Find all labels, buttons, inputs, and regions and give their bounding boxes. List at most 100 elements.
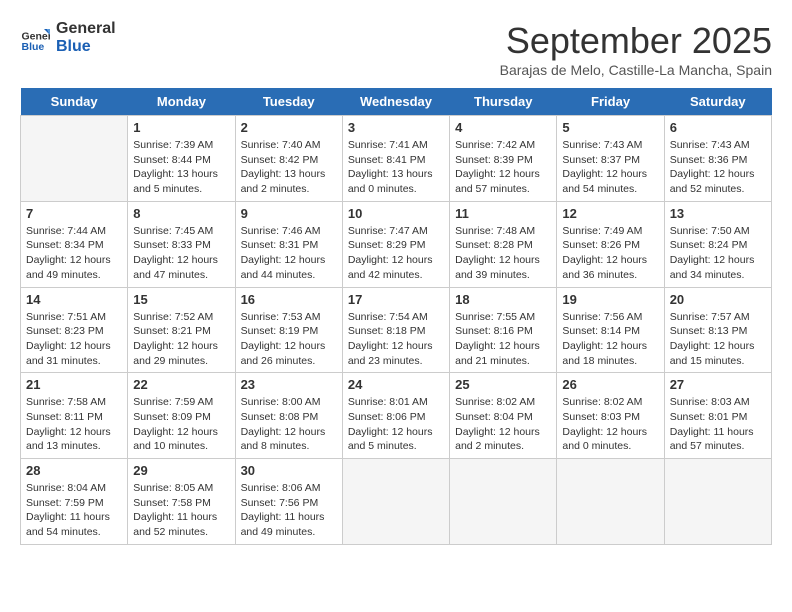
calendar-cell: 12 Sunrise: 7:49 AM Sunset: 8:26 PM Dayli…: [557, 201, 664, 287]
day-info: Sunrise: 8:03 AM Sunset: 8:01 PM Dayligh…: [670, 395, 766, 454]
day-number: 8: [133, 206, 229, 221]
calendar-cell: 27 Sunrise: 8:03 AM Sunset: 8:01 PM Dayli…: [664, 373, 771, 459]
calendar-cell: 3 Sunrise: 7:41 AM Sunset: 8:41 PM Daylig…: [342, 116, 449, 202]
calendar-cell: 2Sunrise: 7:40 AM Sunset: 8:42 PM Daylig…: [235, 116, 342, 202]
day-info: Sunrise: 7:50 AM Sunset: 8:24 PM Dayligh…: [670, 224, 766, 283]
week-row-2: 7 Sunrise: 7:44 AM Sunset: 8:34 PM Daylig…: [21, 201, 772, 287]
day-number: 29: [133, 463, 229, 478]
svg-text:Blue: Blue: [22, 41, 45, 53]
day-info: Sunrise: 7:44 AM Sunset: 8:34 PM Dayligh…: [26, 224, 122, 283]
day-number: 27: [670, 377, 766, 392]
week-row-1: 1Sunrise: 7:39 AM Sunset: 8:44 PM Daylig…: [21, 116, 772, 202]
day-info: Sunrise: 7:48 AM Sunset: 8:28 PM Dayligh…: [455, 224, 551, 283]
day-info: Sunrise: 8:02 AM Sunset: 8:03 PM Dayligh…: [562, 395, 658, 454]
week-row-4: 21 Sunrise: 7:58 AM Sunset: 8:11 PM Dayli…: [21, 373, 772, 459]
day-header-monday: Monday: [128, 88, 235, 116]
calendar-cell: 22 Sunrise: 7:59 AM Sunset: 8:09 PM Dayli…: [128, 373, 235, 459]
day-number: 10: [348, 206, 444, 221]
day-number: 25: [455, 377, 551, 392]
day-header-wednesday: Wednesday: [342, 88, 449, 116]
day-info: Sunrise: 7:57 AM Sunset: 8:13 PM Dayligh…: [670, 310, 766, 369]
calendar-cell: 6 Sunrise: 7:43 AM Sunset: 8:36 PM Daylig…: [664, 116, 771, 202]
day-info: Sunrise: 7:53 AM Sunset: 8:19 PM Dayligh…: [241, 310, 337, 369]
day-number: 15: [133, 292, 229, 307]
day-header-tuesday: Tuesday: [235, 88, 342, 116]
calendar-cell: 14Sunrise: 7:51 AM Sunset: 8:23 PM Dayli…: [21, 287, 128, 373]
calendar-cell: [342, 459, 449, 545]
day-info: Sunrise: 7:46 AM Sunset: 8:31 PM Dayligh…: [241, 224, 337, 283]
day-number: 24: [348, 377, 444, 392]
day-number: 11: [455, 206, 551, 221]
logo-icon: General Blue: [20, 23, 50, 53]
location: Barajas de Melo, Castille-La Mancha, Spa…: [500, 62, 772, 78]
calendar-cell: 4 Sunrise: 7:42 AM Sunset: 8:39 PM Daylig…: [450, 116, 557, 202]
week-row-3: 14Sunrise: 7:51 AM Sunset: 8:23 PM Dayli…: [21, 287, 772, 373]
day-info: Sunrise: 7:43 AM Sunset: 8:36 PM Dayligh…: [670, 138, 766, 197]
day-header-thursday: Thursday: [450, 88, 557, 116]
day-info: Sunrise: 7:52 AM Sunset: 8:21 PM Dayligh…: [133, 310, 229, 369]
day-info: Sunrise: 7:56 AM Sunset: 8:14 PM Dayligh…: [562, 310, 658, 369]
day-info: Sunrise: 8:04 AM Sunset: 7:59 PM Dayligh…: [26, 481, 122, 540]
day-info: Sunrise: 7:59 AM Sunset: 8:09 PM Dayligh…: [133, 395, 229, 454]
day-number: 21: [26, 377, 122, 392]
day-info: Sunrise: 7:41 AM Sunset: 8:41 PM Dayligh…: [348, 138, 444, 197]
day-number: 26: [562, 377, 658, 392]
calendar-cell: 13Sunrise: 7:50 AM Sunset: 8:24 PM Dayli…: [664, 201, 771, 287]
day-number: 7: [26, 206, 122, 221]
day-number: 19: [562, 292, 658, 307]
calendar-cell: 17 Sunrise: 7:54 AM Sunset: 8:18 PM Dayli…: [342, 287, 449, 373]
day-number: 22: [133, 377, 229, 392]
day-number: 17: [348, 292, 444, 307]
calendar-cell: 16 Sunrise: 7:53 AM Sunset: 8:19 PM Dayli…: [235, 287, 342, 373]
day-number: 2: [241, 120, 337, 135]
day-info: Sunrise: 8:00 AM Sunset: 8:08 PM Dayligh…: [241, 395, 337, 454]
day-number: 23: [241, 377, 337, 392]
calendar-cell: [664, 459, 771, 545]
day-header-friday: Friday: [557, 88, 664, 116]
day-number: 9: [241, 206, 337, 221]
day-info: Sunrise: 8:02 AM Sunset: 8:04 PM Dayligh…: [455, 395, 551, 454]
calendar-cell: [21, 116, 128, 202]
calendar-cell: 21 Sunrise: 7:58 AM Sunset: 8:11 PM Dayli…: [21, 373, 128, 459]
day-info: Sunrise: 7:54 AM Sunset: 8:18 PM Dayligh…: [348, 310, 444, 369]
calendar-cell: 8 Sunrise: 7:45 AM Sunset: 8:33 PM Daylig…: [128, 201, 235, 287]
calendar-cell: 26 Sunrise: 8:02 AM Sunset: 8:03 PM Dayli…: [557, 373, 664, 459]
calendar-cell: 25 Sunrise: 8:02 AM Sunset: 8:04 PM Dayli…: [450, 373, 557, 459]
calendar-cell: 20Sunrise: 7:57 AM Sunset: 8:13 PM Dayli…: [664, 287, 771, 373]
day-info: Sunrise: 7:43 AM Sunset: 8:37 PM Dayligh…: [562, 138, 658, 197]
calendar-cell: 1Sunrise: 7:39 AM Sunset: 8:44 PM Daylig…: [128, 116, 235, 202]
day-header-sunday: Sunday: [21, 88, 128, 116]
calendar-cell: 30Sunrise: 8:06 AM Sunset: 7:56 PM Dayli…: [235, 459, 342, 545]
day-info: Sunrise: 7:45 AM Sunset: 8:33 PM Dayligh…: [133, 224, 229, 283]
calendar-cell: 23 Sunrise: 8:00 AM Sunset: 8:08 PM Dayli…: [235, 373, 342, 459]
day-number: 12: [562, 206, 658, 221]
calendar-cell: [450, 459, 557, 545]
logo-general: General: [56, 20, 116, 38]
day-number: 14: [26, 292, 122, 307]
day-info: Sunrise: 7:49 AM Sunset: 8:26 PM Dayligh…: [562, 224, 658, 283]
calendar-cell: 24 Sunrise: 8:01 AM Sunset: 8:06 PM Dayli…: [342, 373, 449, 459]
day-info: Sunrise: 7:39 AM Sunset: 8:44 PM Dayligh…: [133, 138, 229, 197]
calendar-cell: 11 Sunrise: 7:48 AM Sunset: 8:28 PM Dayli…: [450, 201, 557, 287]
day-number: 30: [241, 463, 337, 478]
day-info: Sunrise: 8:01 AM Sunset: 8:06 PM Dayligh…: [348, 395, 444, 454]
logo: General Blue General Blue: [20, 20, 116, 56]
day-number: 18: [455, 292, 551, 307]
day-number: 5: [562, 120, 658, 135]
calendar-cell: 28Sunrise: 8:04 AM Sunset: 7:59 PM Dayli…: [21, 459, 128, 545]
day-number: 16: [241, 292, 337, 307]
day-number: 4: [455, 120, 551, 135]
day-number: 6: [670, 120, 766, 135]
calendar-cell: 15 Sunrise: 7:52 AM Sunset: 8:21 PM Dayli…: [128, 287, 235, 373]
calendar-cell: 7 Sunrise: 7:44 AM Sunset: 8:34 PM Daylig…: [21, 201, 128, 287]
calendar-table: SundayMondayTuesdayWednesdayThursdayFrid…: [20, 88, 772, 545]
title-block: September 2025 Barajas de Melo, Castille…: [500, 20, 772, 78]
day-info: Sunrise: 8:05 AM Sunset: 7:58 PM Dayligh…: [133, 481, 229, 540]
day-info: Sunrise: 7:42 AM Sunset: 8:39 PM Dayligh…: [455, 138, 551, 197]
month-title: September 2025: [500, 20, 772, 62]
day-number: 3: [348, 120, 444, 135]
calendar-cell: 9 Sunrise: 7:46 AM Sunset: 8:31 PM Daylig…: [235, 201, 342, 287]
day-info: Sunrise: 7:58 AM Sunset: 8:11 PM Dayligh…: [26, 395, 122, 454]
calendar-cell: 18Sunrise: 7:55 AM Sunset: 8:16 PM Dayli…: [450, 287, 557, 373]
week-row-5: 28Sunrise: 8:04 AM Sunset: 7:59 PM Dayli…: [21, 459, 772, 545]
